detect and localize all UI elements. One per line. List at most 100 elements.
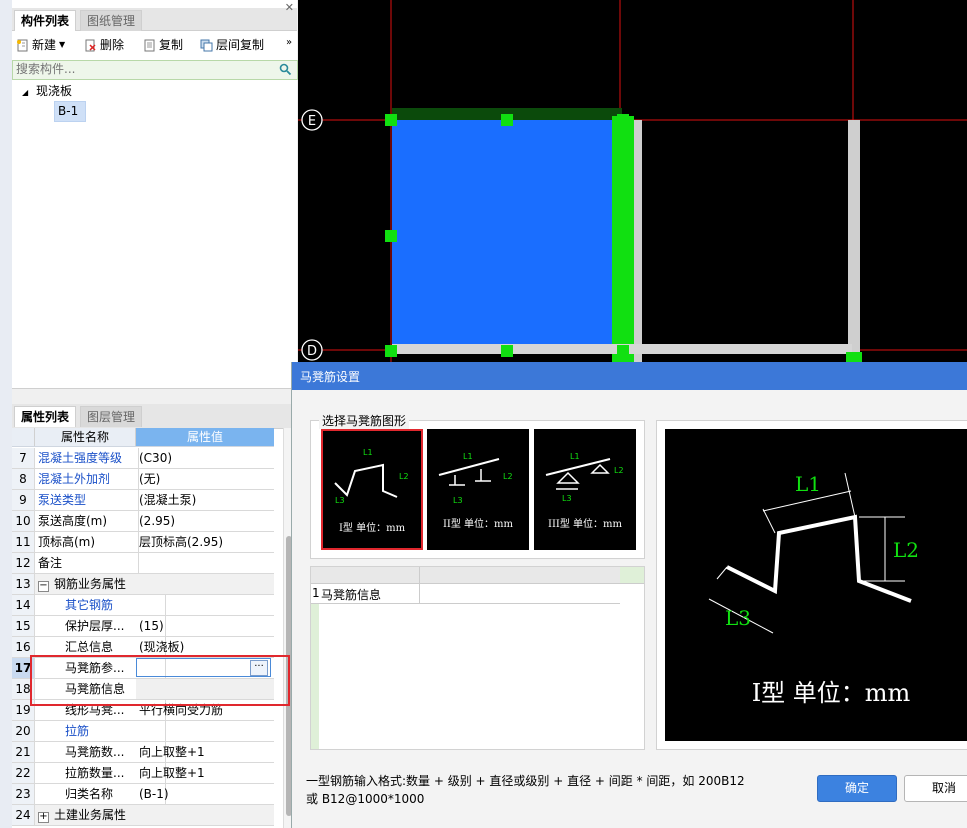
property-value[interactable]: (15) bbox=[136, 616, 274, 636]
property-name: 泵送高度(m) bbox=[35, 511, 139, 531]
type2-l3-label: L3 bbox=[453, 496, 463, 505]
property-value[interactable]: (无) bbox=[136, 469, 274, 489]
property-value[interactable]: (B-1) bbox=[136, 784, 274, 804]
header-corner bbox=[12, 428, 35, 446]
property-value[interactable]: 向上取整+1 bbox=[136, 763, 274, 783]
property-row-12[interactable]: 12 备注 bbox=[12, 553, 274, 574]
tree-expand-icon[interactable]: ◢ bbox=[22, 88, 28, 97]
search-icon[interactable] bbox=[279, 63, 292, 76]
delete-label: 删除 bbox=[100, 38, 125, 52]
row-number: 21 bbox=[12, 742, 35, 762]
row-number: 14 bbox=[12, 595, 35, 615]
property-value[interactable]: (2.95) bbox=[136, 511, 274, 531]
tree-node-cast-slab[interactable]: ◢ 现浇板 bbox=[22, 82, 72, 99]
group-label: 钢筋业务属性 bbox=[54, 577, 127, 591]
property-tabbar: 属性列表 图层管理 bbox=[12, 404, 297, 429]
property-value[interactable]: (现浇板) bbox=[136, 637, 274, 657]
grid-row-1[interactable]: 1 马凳筋信息 bbox=[311, 584, 620, 604]
property-row-10[interactable]: 10 泵送高度(m) (2.95) bbox=[12, 511, 274, 532]
chevron-down-icon: ▼ bbox=[59, 40, 66, 49]
tab-component-list[interactable]: 构件列表 bbox=[14, 10, 77, 31]
type2-l2-label: L2 bbox=[503, 472, 513, 481]
preview-shape-drawing: L1 L2 L3 I型 单位：mm bbox=[708, 472, 919, 707]
delete-button[interactable]: 删除 bbox=[84, 36, 124, 54]
property-header: 属性名称 属性值 bbox=[12, 428, 274, 447]
expand-icon[interactable]: + bbox=[38, 812, 49, 823]
row-number: 7 bbox=[12, 448, 35, 468]
more-icon[interactable]: » bbox=[286, 37, 292, 48]
type1-l2-label: L2 bbox=[399, 472, 409, 481]
property-value[interactable] bbox=[136, 553, 274, 573]
property-value[interactable]: (C30) bbox=[136, 448, 274, 468]
shape-group-title: 选择马凳筋图形 bbox=[319, 412, 410, 429]
header-property-value: 属性值 bbox=[136, 428, 274, 446]
property-row-8[interactable]: 8 混凝土外加剂 (无) bbox=[12, 469, 274, 490]
preview-caption: I型 单位：mm bbox=[752, 679, 911, 707]
property-name: − 钢筋业务属性 bbox=[35, 574, 139, 594]
preview-l3-label: L3 bbox=[725, 606, 751, 630]
property-value[interactable]: 层顶标高(2.95) bbox=[136, 532, 274, 552]
type3-l2-label: L2 bbox=[614, 466, 624, 475]
property-value[interactable]: (混凝土泵) bbox=[136, 490, 274, 510]
grid-row-number: 1 bbox=[312, 586, 320, 600]
type3-l1-label: L1 bbox=[570, 452, 580, 461]
property-row-7[interactable]: 7 混凝土强度等级 (C30) bbox=[12, 448, 274, 469]
property-row-14[interactable]: 14 其它钢筋 bbox=[12, 595, 274, 616]
property-row-13[interactable]: 13− 钢筋业务属性 bbox=[12, 574, 274, 595]
property-value bbox=[136, 805, 274, 825]
property-row-9[interactable]: 9 泵送类型 (混凝土泵) bbox=[12, 490, 274, 511]
property-row-21[interactable]: 21 马凳筋数... 向上取整+1 bbox=[12, 742, 274, 763]
axis-label-e: E bbox=[308, 114, 316, 129]
highlight-box bbox=[30, 655, 290, 706]
type1-caption: I型 单位：mm bbox=[339, 521, 406, 534]
copy-button[interactable]: 复制 bbox=[143, 36, 183, 54]
row-number: 11 bbox=[12, 532, 35, 552]
property-row-20[interactable]: 20 拉筋 bbox=[12, 721, 274, 742]
format-hint-line2: 或 B12@1000*1000 bbox=[306, 792, 425, 806]
type2-caption: II型 单位：mm bbox=[443, 517, 514, 530]
cancel-button[interactable]: 取消 bbox=[904, 775, 967, 802]
tab-layer-management[interactable]: 图层管理 bbox=[80, 406, 143, 427]
property-value[interactable]: 向上取整+1 bbox=[136, 742, 274, 762]
format-hint-line1: 一型钢筋输入格式:数量 + 级别 + 直径或级别 + 直径 + 间距 * 间距，… bbox=[306, 774, 745, 788]
tab-property-list[interactable]: 属性列表 bbox=[14, 406, 77, 427]
preview-l2-label: L2 bbox=[893, 538, 919, 562]
panel-splitter[interactable] bbox=[12, 388, 297, 405]
type1-shape-icon: L1 L2 L3 I型 单位：mm bbox=[334, 448, 409, 534]
tree-node-label: 现浇板 bbox=[35, 84, 72, 98]
slab-b1[interactable] bbox=[392, 120, 612, 348]
floor-copy-button[interactable]: 层间复制 bbox=[200, 36, 264, 54]
row-number: 24 bbox=[12, 805, 35, 825]
tree-node-b1[interactable]: B-1 bbox=[54, 101, 86, 122]
property-row-15[interactable]: 15 保护层厚... (15) bbox=[12, 616, 274, 637]
tab-drawing-management[interactable]: 图纸管理 bbox=[80, 10, 143, 31]
search-input[interactable] bbox=[13, 61, 269, 77]
type3-caption: III型 单位：mm bbox=[548, 517, 623, 530]
close-icon[interactable]: ✕ bbox=[285, 1, 294, 14]
property-row-24[interactable]: 24 + 土建业务属性 bbox=[12, 805, 274, 826]
property-row-22[interactable]: 22 拉筋数量... 向上取整+1 bbox=[12, 763, 274, 784]
component-tabbar: 构件列表 图纸管理 ✕ bbox=[12, 1, 297, 31]
property-name: 泵送类型 bbox=[35, 490, 139, 510]
shape-option-type2[interactable]: L1 L2 L3 II型 单位：mm bbox=[427, 429, 529, 550]
new-button[interactable]: 新建 ▼ bbox=[16, 36, 65, 54]
drawing-canvas[interactable]: E D bbox=[298, 0, 967, 365]
property-row-11[interactable]: 11 顶标高(m) 层顶标高(2.95) bbox=[12, 532, 274, 553]
search-box bbox=[12, 60, 298, 80]
property-value[interactable] bbox=[136, 595, 274, 615]
row-number: 23 bbox=[12, 784, 35, 804]
collapse-icon[interactable]: − bbox=[38, 581, 49, 592]
ok-button[interactable]: 确定 bbox=[817, 775, 897, 802]
type1-l1-label: L1 bbox=[363, 448, 373, 457]
property-value[interactable] bbox=[136, 721, 274, 741]
property-row-23[interactable]: 23 归类名称 (B-1) bbox=[12, 784, 274, 805]
row-number: 16 bbox=[12, 637, 35, 657]
type3-shape-icon: L1 L2 L3 III型 单位：mm bbox=[545, 452, 624, 530]
dialog-titlebar[interactable]: 马凳筋设置 bbox=[292, 362, 967, 390]
shape-option-type3[interactable]: L1 L2 L3 III型 单位：mm bbox=[534, 429, 636, 550]
floor-copy-icon bbox=[200, 39, 213, 51]
property-name: 顶标高(m) bbox=[35, 532, 139, 552]
property-name: + 土建业务属性 bbox=[35, 805, 139, 825]
new-label: 新建 bbox=[32, 38, 57, 52]
shape-option-type1[interactable]: L1 L2 L3 I型 单位：mm bbox=[321, 429, 423, 550]
